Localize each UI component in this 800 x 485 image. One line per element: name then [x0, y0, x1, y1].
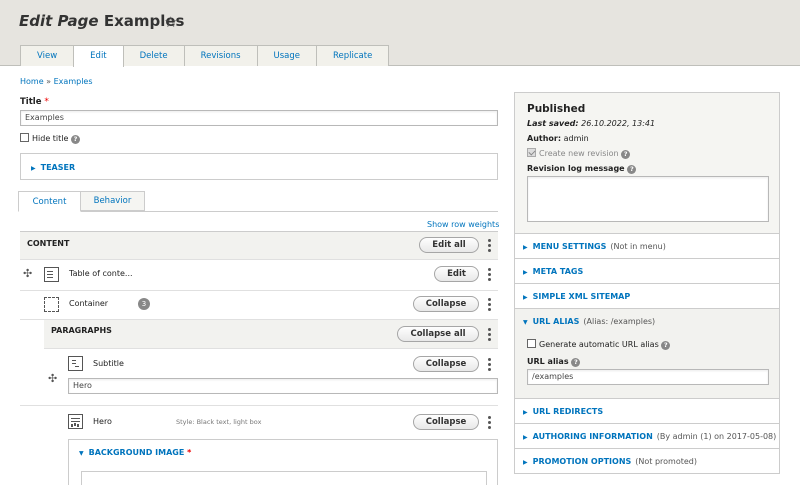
paragraph-row: ✣ Subtitle Collapse Hero — [20, 349, 498, 406]
more-actions-icon[interactable] — [487, 416, 491, 430]
teaser-label: TEASER — [40, 163, 76, 172]
url-alias-label: URL alias ? — [527, 357, 581, 367]
collapse-triangle-icon: ▼ — [523, 319, 528, 326]
paragraphs-header: PARAGRAPHS Collapse all — [44, 320, 498, 349]
revision-log-label: Revision log message ? — [527, 164, 637, 174]
drag-handle-icon[interactable]: ✣ — [48, 372, 57, 385]
promotion-options-details[interactable]: ▶ PROMOTION OPTIONS (Not promoted) — [514, 449, 780, 474]
help-icon[interactable]: ? — [70, 135, 80, 144]
last-saved: Last saved: 26.10.2022, 13:41 — [527, 119, 656, 128]
authoring-information-details[interactable]: ▶ AUTHORING INFORMATION (By admin (1) on 2… — [514, 424, 780, 449]
content-header: CONTENT Edit all — [20, 231, 498, 260]
help-icon[interactable]: ? — [661, 341, 671, 350]
count-badge: 3 — [138, 298, 150, 310]
expand-triangle-icon: ▶ — [523, 434, 528, 441]
tab-usage[interactable]: Usage — [256, 45, 318, 66]
expand-triangle-icon: ▶ — [523, 459, 528, 466]
tab-behavior[interactable]: Behavior — [80, 191, 145, 211]
edit-button[interactable]: Edit — [434, 266, 479, 282]
tab-replicate[interactable]: Replicate — [316, 45, 390, 66]
more-actions-icon[interactable] — [487, 298, 491, 312]
toc-icon — [44, 267, 59, 282]
paragraph-row: ✣ Table of conte... Edit — [20, 260, 498, 291]
sidebar: Published Last saved: 26.10.2022, 13:41 … — [514, 92, 780, 475]
paragraph-row: Hero Style: Black text, light box Collap… — [20, 406, 498, 485]
collapse-triangle-icon: ▼ — [79, 450, 84, 457]
more-actions-icon[interactable] — [487, 358, 491, 372]
tab-delete[interactable]: Delete — [122, 45, 185, 66]
url-alias-details[interactable]: ▼ URL ALIAS (Alias: /examples) Generate au… — [514, 309, 780, 399]
hero-icon — [68, 414, 83, 429]
background-image-details[interactable]: ▼ BACKGROUND IMAGE * — [68, 439, 498, 485]
breadcrumb-current[interactable]: Examples — [54, 77, 93, 86]
page-header: Edit Page Examples ☆ View Edit Delete Re… — [0, 0, 800, 67]
paragraph-row: Container 3 Collapse — [20, 291, 498, 320]
more-actions-icon[interactable] — [487, 239, 491, 253]
meta-tags-details[interactable]: ▶ META TAGS — [514, 259, 780, 284]
collapse-button[interactable]: Collapse — [413, 414, 479, 430]
expand-triangle-icon: ▶ — [31, 165, 36, 172]
revision-log-textarea[interactable] — [527, 176, 769, 222]
drag-handle-icon[interactable]: ✣ — [23, 267, 32, 280]
content-tabs: Content Behavior — [18, 191, 498, 212]
tab-edit[interactable]: Edit — [73, 45, 124, 67]
expand-triangle-icon: ▶ — [523, 269, 528, 276]
url-redirects-details[interactable]: ▶ URL REDIRECTS — [514, 399, 780, 424]
teaser-details[interactable]: ▶ TEASER — [20, 153, 498, 180]
expand-triangle-icon: ▶ — [523, 244, 528, 251]
page-title: Edit Page Examples — [19, 12, 185, 30]
paragraph-label: Subtitle — [93, 359, 124, 368]
help-icon[interactable]: ? — [571, 358, 581, 367]
required-marker: * — [187, 448, 192, 457]
collapse-all-button[interactable]: Collapse all — [397, 326, 479, 342]
breadcrumb: Home » Examples — [20, 77, 93, 86]
menu-settings-details[interactable]: ▶ MENU SETTINGS (Not in menu) — [514, 234, 780, 259]
hide-title-label: Hide title — [32, 134, 69, 143]
hide-title-field: Hide title ? — [20, 133, 80, 144]
meta-box: Published Last saved: 26.10.2022, 13:41 … — [514, 92, 780, 234]
hide-title-checkbox[interactable] — [20, 133, 29, 142]
container-icon — [44, 297, 59, 312]
generate-alias-checkbox[interactable] — [527, 339, 536, 348]
primary-tabs: View Edit Delete Revisions Usage Replica… — [20, 45, 390, 67]
show-row-weights-link[interactable]: Show row weights — [427, 220, 499, 229]
tab-content[interactable]: Content — [18, 191, 81, 212]
edit-all-button[interactable]: Edit all — [419, 237, 479, 253]
collapse-button[interactable]: Collapse — [413, 356, 479, 372]
subtitle-input[interactable]: Hero — [68, 378, 498, 394]
subtitle-icon — [68, 356, 83, 371]
generate-alias-field: Generate automatic URL alias ? — [527, 339, 671, 350]
url-alias-input[interactable]: /examples — [527, 369, 769, 385]
star-icon[interactable]: ☆ — [164, 13, 177, 31]
tab-view[interactable]: View — [20, 45, 75, 66]
more-actions-icon[interactable] — [487, 268, 491, 282]
publish-status: Published — [527, 103, 586, 115]
background-image-widget — [81, 471, 487, 485]
collapse-button[interactable]: Collapse — [413, 296, 479, 312]
create-revision-field: Create new revision ? — [527, 148, 631, 159]
create-revision-checkbox — [527, 148, 536, 157]
paragraph-label: Hero — [93, 417, 112, 426]
content-heading: CONTENT — [27, 239, 70, 248]
paragraph-label: Container — [69, 299, 109, 308]
paragraphs-heading: PARAGRAPHS — [51, 326, 112, 335]
paragraph-summary: Style: Black text, light box — [176, 418, 262, 426]
tab-revisions[interactable]: Revisions — [183, 45, 258, 66]
required-marker: * — [44, 97, 49, 107]
title-input[interactable]: Examples — [20, 110, 498, 126]
breadcrumb-home[interactable]: Home — [20, 77, 44, 86]
expand-triangle-icon: ▶ — [523, 294, 528, 301]
paragraph-label: Table of conte... — [69, 269, 133, 278]
help-icon[interactable]: ? — [621, 150, 631, 159]
breadcrumb-separator: » — [46, 77, 52, 86]
background-image-label: BACKGROUND IMAGE — [88, 448, 185, 457]
help-icon[interactable]: ? — [627, 165, 637, 174]
more-actions-icon[interactable] — [487, 328, 491, 342]
expand-triangle-icon: ▶ — [523, 409, 528, 416]
title-label: Title * — [20, 97, 49, 107]
simple-xml-sitemap-details[interactable]: ▶ SIMPLE XML SITEMAP — [514, 284, 780, 309]
author: Author: admin — [527, 134, 589, 143]
